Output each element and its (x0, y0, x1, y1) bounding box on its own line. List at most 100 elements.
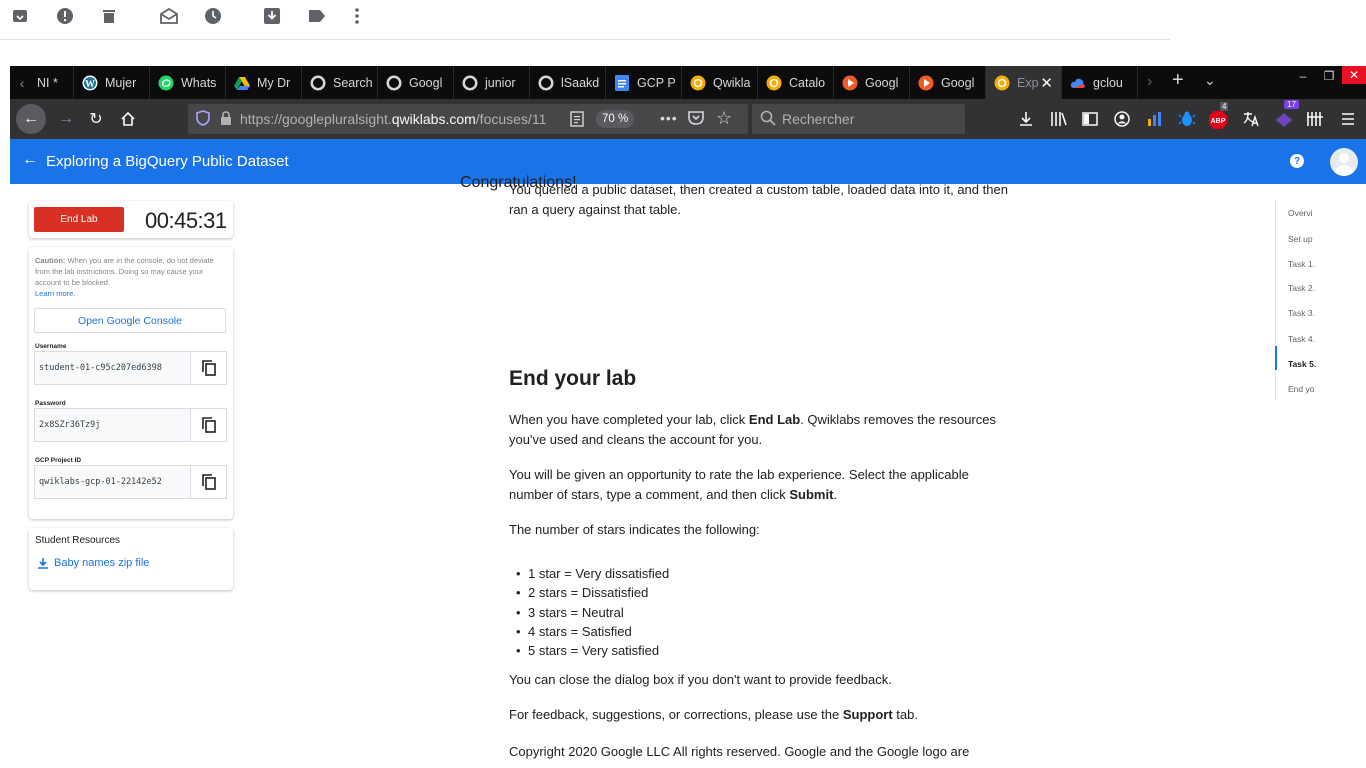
github-icon (538, 75, 554, 91)
menu-icon[interactable] (1340, 111, 1356, 132)
tracking-protection-icon[interactable] (196, 109, 210, 129)
bookmark-star-icon[interactable]: ☆ (716, 108, 732, 129)
pocket-icon[interactable] (688, 110, 704, 129)
tab-scroll-left-icon[interactable]: ‹ (14, 75, 30, 91)
forward-arrow-icon[interactable]: → (52, 105, 80, 133)
tab-label: GCP P (637, 75, 676, 90)
back-to-catalog-icon[interactable]: ← (22, 151, 38, 169)
pluralsight-icon (918, 75, 934, 91)
stars-list: 1 star = Very dissatisfied 2 stars = Dis… (516, 564, 669, 661)
archive-icon[interactable] (11, 7, 29, 25)
reload-icon[interactable]: ↻ (82, 105, 110, 133)
baby-names-link[interactable]: Baby names zip file (37, 557, 149, 569)
username-field[interactable]: student-01-c95c207ed6398 (34, 351, 191, 385)
google-drive-icon (234, 75, 250, 91)
tab-0[interactable]: ‹ NI * (10, 66, 74, 99)
tab-4[interactable]: Search (302, 66, 378, 99)
list-item: 5 stars = Very satisfied (516, 641, 669, 661)
toc-item-task-2[interactable]: Task 2. (1288, 283, 1315, 293)
gmail-toolbar (0, 0, 1366, 66)
back-arrow-icon[interactable]: ← (16, 104, 46, 134)
minimize-icon[interactable]: – (1290, 66, 1316, 86)
toolbar-divider (0, 39, 1170, 40)
tab-8[interactable]: GCP P (606, 66, 682, 99)
tab-10[interactable]: Catalo (758, 66, 834, 99)
snooze-icon[interactable] (204, 7, 222, 25)
end-your-lab-heading: End your lab (509, 367, 637, 390)
tab-5[interactable]: Googl (378, 66, 454, 99)
delete-icon[interactable] (100, 7, 118, 25)
toc-item-task-5[interactable]: Task 5. (1288, 359, 1316, 369)
tab-9[interactable]: Qwikla (682, 66, 758, 99)
tab-3[interactable]: My Dr (226, 66, 302, 99)
account-icon[interactable] (1114, 111, 1130, 132)
restore-icon[interactable]: ❐ (1316, 66, 1342, 86)
avatar[interactable] (1330, 148, 1358, 176)
window-close-icon[interactable]: ✕ (1342, 66, 1366, 84)
tab-14[interactable]: gclou (1062, 66, 1138, 99)
search-bar[interactable]: Rechercher (752, 104, 965, 134)
reader-view-icon[interactable] (570, 111, 584, 130)
toc-item-task-3[interactable]: Task 3. (1288, 308, 1315, 318)
gem-extension-icon[interactable] (1274, 110, 1294, 133)
tab-13-active[interactable]: Exp ✕ (986, 66, 1062, 99)
end-lab-button[interactable]: End Lab (34, 207, 124, 232)
toc-item-task-4[interactable]: Task 4. (1288, 334, 1315, 344)
tab-6[interactable]: junior (454, 66, 530, 99)
downloads-icon[interactable] (1018, 111, 1034, 132)
google-docs-icon (614, 74, 630, 91)
analytics-extension-icon[interactable] (1146, 110, 1164, 133)
password-field[interactable]: 2x8SZr36Tz9j (34, 408, 191, 442)
page-actions-icon[interactable]: ••• (660, 110, 678, 126)
tab-12[interactable]: Googl (910, 66, 986, 99)
whatsapp-icon (158, 75, 174, 91)
search-icon (760, 110, 776, 129)
sidebar-icon[interactable] (1082, 111, 1098, 132)
stars-intro-paragraph: The number of stars indicates the follow… (509, 522, 760, 537)
tab-label: Googl (941, 75, 975, 90)
tab-1[interactable]: W Mujer (74, 66, 150, 99)
tab-2[interactable]: Whats (150, 66, 226, 99)
open-console-button[interactable]: Open Google Console (34, 308, 226, 333)
lock-icon[interactable] (220, 110, 232, 128)
help-icon[interactable]: ? (1290, 154, 1304, 168)
library-icon[interactable] (1050, 111, 1068, 132)
tab-11[interactable]: Googl (834, 66, 910, 99)
bug-extension-icon[interactable] (1178, 110, 1196, 133)
zoom-level-indicator[interactable]: 70 % (596, 110, 635, 128)
toc-item-task-1[interactable]: Task 1. (1288, 259, 1315, 269)
move-to-icon[interactable] (263, 7, 281, 25)
url-bar[interactable]: https://googlepluralsight.qwiklabs.com/f… (188, 104, 748, 134)
qwiklabs-icon (994, 75, 1010, 91)
home-icon[interactable] (114, 105, 142, 133)
translate-extension-icon[interactable] (1242, 110, 1260, 133)
more-vert-icon[interactable] (348, 7, 366, 25)
toc-item-end[interactable]: End yo (1288, 384, 1314, 394)
copy-icon (201, 360, 216, 376)
tab-7[interactable]: lSaakd (530, 66, 606, 99)
new-tab-icon[interactable]: + (1172, 69, 1184, 92)
navigation-toolbar: ← → ↻ https://googlepluralsight.qwiklabs… (10, 99, 1366, 139)
tab-scroll-right-icon[interactable]: › (1147, 73, 1152, 91)
copy-username-button[interactable] (191, 351, 227, 385)
copy-project-id-button[interactable] (191, 465, 227, 499)
copy-password-button[interactable] (191, 408, 227, 442)
url-text[interactable]: https://googlepluralsight.qwiklabs.com/f… (240, 111, 550, 127)
close-tab-icon[interactable]: ✕ (1040, 74, 1053, 92)
label-icon[interactable] (308, 7, 326, 25)
list-item: 3 stars = Neutral (516, 603, 669, 623)
credentials-card: Caution: When you are in the console, do… (29, 247, 233, 519)
report-spam-icon[interactable] (56, 7, 74, 25)
adblock-plus-icon[interactable]: ABP (1208, 110, 1228, 135)
extension-count-badge: 17 (1284, 100, 1299, 109)
learn-more-link[interactable]: Learn more. (35, 289, 75, 298)
rate-paragraph: You will be given an opportunity to rate… (509, 467, 969, 502)
container-extension-icon[interactable] (1306, 110, 1324, 133)
toc-item-setup[interactable]: Set up (1288, 234, 1313, 244)
list-all-tabs-icon[interactable]: ⌄ (1204, 72, 1216, 89)
username-label: Username (35, 343, 67, 350)
mark-unread-icon[interactable] (160, 7, 178, 25)
end-lab-paragraph: When you have completed your lab, click … (509, 412, 996, 447)
toc-item-overview[interactable]: Overvi (1288, 208, 1313, 218)
project-id-field[interactable]: qwiklabs-gcp-01-22142e52 (34, 465, 191, 499)
